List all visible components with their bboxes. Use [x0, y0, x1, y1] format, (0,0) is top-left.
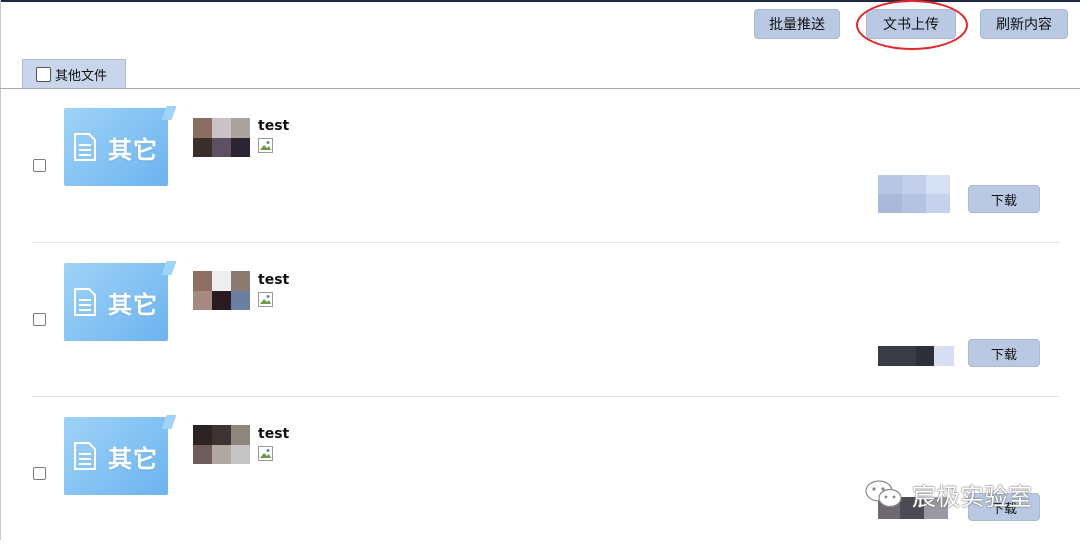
file-row: 其它 test 下载	[0, 243, 1080, 397]
watermark-text: 宸极实验室	[912, 482, 1032, 511]
wechat-icon	[865, 480, 902, 508]
window-top-border	[0, 0, 1080, 2]
tab-select-all-checkbox[interactable]	[36, 66, 51, 82]
row-checkbox[interactable]	[33, 467, 46, 480]
tab-label: 其他文件	[55, 68, 108, 84]
file-row: 其它 test 下载	[0, 89, 1080, 243]
uploader-name: test	[258, 118, 290, 134]
thumbnail-label: 其它	[108, 136, 158, 164]
download-button[interactable]: 下载	[968, 185, 1040, 213]
avatar	[193, 118, 250, 157]
row-checkbox[interactable]	[33, 313, 46, 326]
uploader-name: test	[258, 272, 290, 288]
batch-push-button[interactable]: 批量推送	[754, 9, 840, 39]
document-upload-button[interactable]: 文书上传	[866, 9, 956, 39]
document-icon	[74, 288, 96, 316]
document-icon	[74, 442, 96, 470]
thumbnail-label: 其它	[108, 445, 158, 473]
blurred-info	[878, 175, 950, 213]
file-thumbnail[interactable]: 其它	[64, 108, 168, 186]
refresh-content-button[interactable]: 刷新内容	[980, 9, 1068, 39]
file-row: 其它 test 下载	[0, 397, 1080, 551]
watermark: 宸极实验室	[864, 476, 1064, 512]
file-thumbnail[interactable]: 其它	[64, 263, 168, 341]
blurred-info	[878, 346, 954, 366]
file-thumbnail[interactable]: 其它	[64, 417, 168, 495]
broken-image-icon	[258, 446, 273, 461]
avatar	[193, 425, 250, 464]
uploader-name: test	[258, 426, 290, 442]
broken-image-icon	[258, 138, 273, 153]
row-checkbox[interactable]	[33, 159, 46, 172]
tab-other-files[interactable]: 其他文件	[22, 59, 126, 88]
avatar	[193, 271, 250, 310]
thumbnail-label: 其它	[108, 291, 158, 319]
download-button[interactable]: 下载	[968, 339, 1040, 367]
broken-image-icon	[258, 292, 273, 307]
document-icon	[74, 133, 96, 161]
